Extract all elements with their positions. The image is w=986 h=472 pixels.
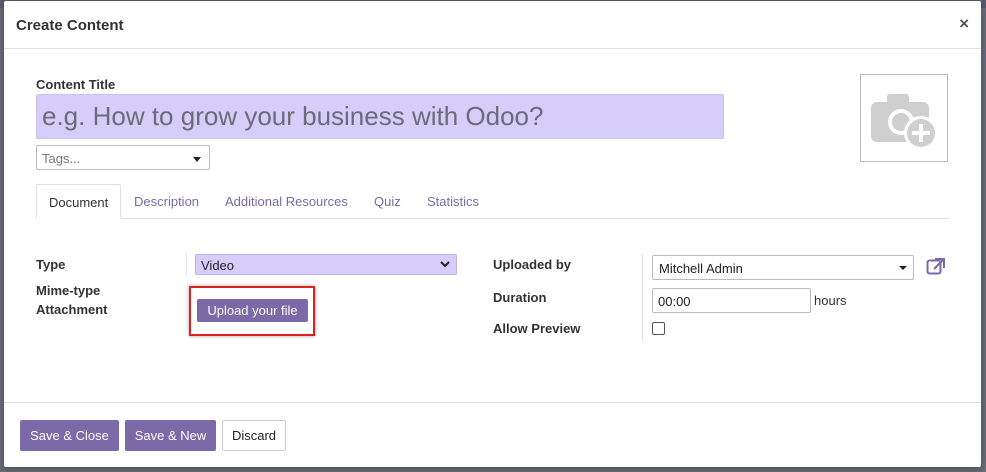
- tags-placeholder: Tags...: [42, 151, 81, 166]
- tab-quiz[interactable]: Quiz: [374, 184, 401, 219]
- discard-button[interactable]: Discard: [222, 420, 286, 451]
- tab-statistics[interactable]: Statistics: [427, 184, 479, 219]
- close-button[interactable]: ×: [959, 14, 969, 34]
- chevron-down-icon: [899, 266, 907, 270]
- content-title-label: Content Title: [36, 77, 116, 92]
- type-label: Type: [36, 257, 66, 272]
- save-close-button[interactable]: Save & Close: [20, 420, 119, 451]
- camera-plus-icon: [871, 94, 938, 150]
- chevron-down-icon: [440, 261, 450, 268]
- uploaded-by-select[interactable]: Mitchell Admin: [652, 255, 914, 280]
- field-separator: [186, 253, 187, 275]
- uploaded-by-label: Uploaded by: [493, 257, 572, 272]
- content-title-input[interactable]: e.g. How to grow your business with Odoo…: [36, 94, 724, 139]
- uploaded-by-value: Mitchell Admin: [659, 261, 743, 276]
- tags-select[interactable]: Tags...: [36, 145, 210, 170]
- upload-highlight-box: Upload your file: [189, 286, 315, 336]
- field-separator: [642, 254, 643, 342]
- upload-file-button[interactable]: Upload your file: [197, 299, 308, 322]
- attachment-label: Attachment: [36, 302, 108, 317]
- type-value: Video: [201, 258, 235, 273]
- chevron-down-icon: [193, 157, 201, 162]
- allow-preview-checkbox[interactable]: [652, 322, 665, 335]
- content-tabs: Document Description Additional Resource…: [36, 184, 949, 219]
- content-image-upload[interactable]: [860, 74, 948, 162]
- dialog-header: Create Content ×: [4, 1, 981, 49]
- duration-label: Duration: [493, 290, 547, 305]
- dialog-footer: Save & Close Save & New Discard: [4, 402, 981, 467]
- duration-input[interactable]: 00:00: [652, 288, 811, 313]
- dialog-title: Create Content: [16, 17, 124, 34]
- duration-unit: hours: [814, 293, 847, 308]
- tab-additional-resources[interactable]: Additional Resources: [225, 184, 348, 219]
- external-link-icon[interactable]: [926, 257, 946, 275]
- create-content-dialog: Create Content × Content Title e.g. How …: [4, 1, 981, 467]
- tab-document[interactable]: Document: [36, 184, 122, 219]
- tab-description[interactable]: Description: [134, 184, 199, 219]
- mime-type-label: Mime-type: [36, 283, 101, 298]
- type-select[interactable]: Video: [195, 254, 457, 275]
- duration-value: 00:00: [658, 294, 691, 309]
- save-new-button[interactable]: Save & New: [125, 420, 216, 451]
- allow-preview-label: Allow Preview: [493, 321, 581, 336]
